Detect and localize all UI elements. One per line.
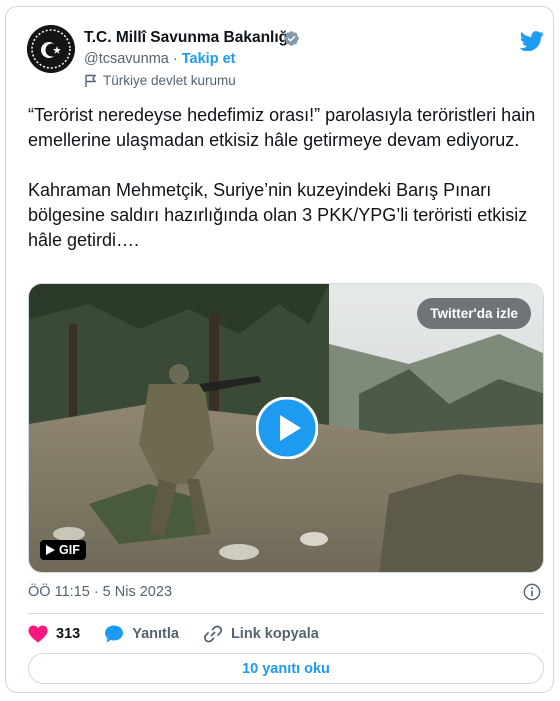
- gif-label: GIF: [59, 543, 80, 557]
- like-count: 313: [56, 626, 81, 642]
- government-label-icon: [85, 74, 97, 87]
- reply-label: Yanıtla: [132, 626, 179, 642]
- info-icon[interactable]: [523, 583, 541, 601]
- handle-row: @tcsavunma · Takip et: [84, 51, 235, 67]
- reply-icon: [105, 625, 124, 643]
- tweet-media[interactable]: Twitter'da izle GIF: [28, 283, 544, 573]
- account-handle[interactable]: @tcsavunma: [84, 51, 169, 67]
- like-button[interactable]: 313: [28, 625, 80, 643]
- ministry-emblem-icon: [27, 25, 75, 73]
- heart-icon: [28, 625, 48, 643]
- watch-on-twitter-button[interactable]: Twitter'da izle: [417, 298, 531, 329]
- play-icon[interactable]: [256, 397, 318, 459]
- separator-dot: ·: [172, 51, 178, 67]
- copy-link-button[interactable]: Link kopyala: [203, 624, 319, 644]
- tweet-card: T.C. Millî Savunma Bakanlığı @tcsavunma …: [5, 6, 554, 693]
- gif-play-icon: [46, 545, 55, 555]
- read-replies-button[interactable]: 10 yanıtı oku: [28, 653, 544, 684]
- verified-badge-icon: [284, 31, 299, 46]
- tweet-actions: 313 Yanıtla Link kopyala: [28, 624, 343, 644]
- government-label: Türkiye devlet kurumu: [84, 73, 236, 88]
- link-icon: [203, 625, 222, 643]
- follow-button[interactable]: Takip et: [182, 51, 236, 67]
- tweet-timestamp[interactable]: ÖÖ 11:15 · 5 Nis 2023: [28, 584, 172, 600]
- divider: [28, 613, 544, 614]
- copy-link-label: Link kopyala: [230, 626, 319, 642]
- reply-button[interactable]: Yanıtla: [104, 624, 179, 644]
- tweet-text: “Terörist neredeyse hedefimiz orası!” pa…: [28, 105, 536, 250]
- avatar[interactable]: [27, 25, 75, 73]
- gif-badge: GIF: [40, 540, 86, 560]
- government-label-text: Türkiye devlet kurumu: [103, 73, 236, 88]
- account-name[interactable]: T.C. Millî Savunma Bakanlığı: [84, 29, 292, 47]
- twitter-bird-icon[interactable]: [520, 31, 544, 51]
